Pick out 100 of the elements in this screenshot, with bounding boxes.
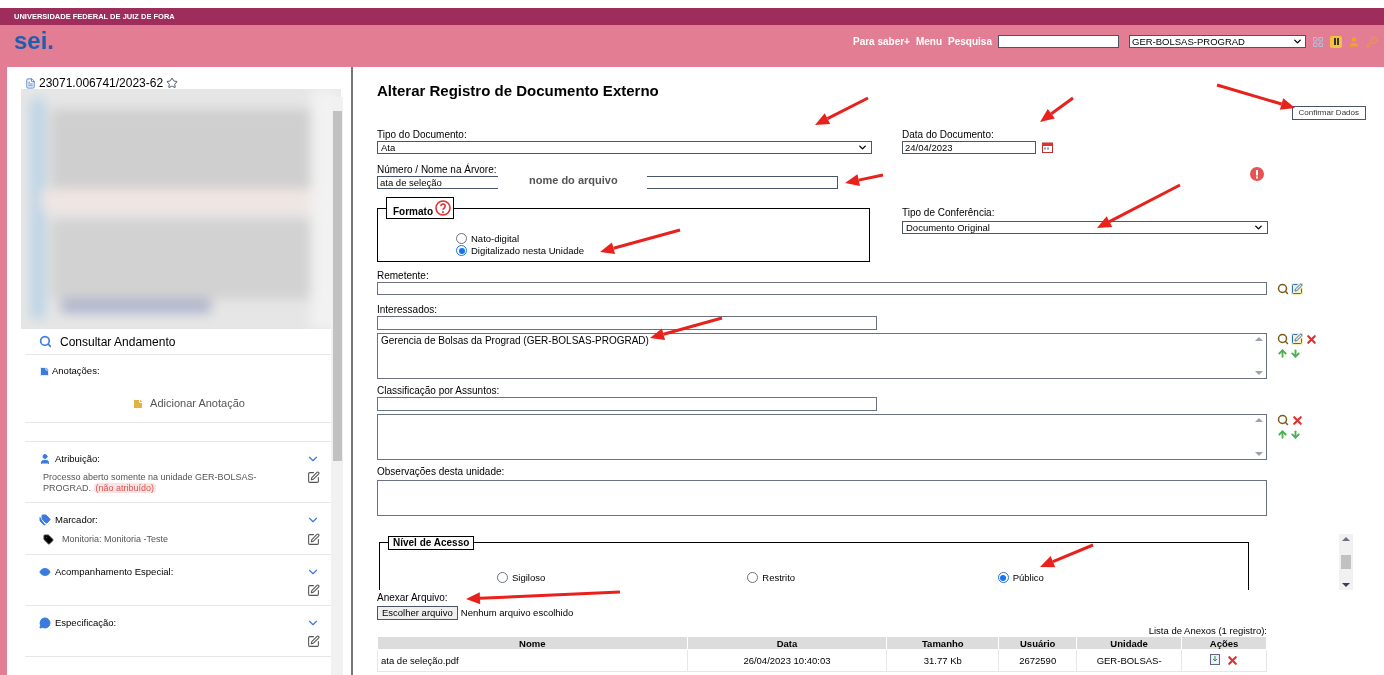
select-field[interactable]: Ata (377, 141, 872, 154)
search-icon[interactable] (1277, 333, 1289, 345)
column-header: Usuário (998, 636, 1077, 650)
field-label: Interessados: (377, 304, 438, 316)
tag-icon (43, 533, 54, 545)
column-header: Nome (377, 636, 688, 650)
annotation-arrow (815, 96, 869, 125)
scroll-up-icon[interactable] (1255, 337, 1263, 341)
date-field[interactable]: 24/04/2023 (902, 141, 1036, 154)
assignment-text: Processo aberto somente na unidade GER-BOLSAS-PROGRAD. (não atribuído) (43, 472, 258, 495)
dropdown-caret-icon (1253, 222, 1264, 233)
notes-field[interactable] (377, 480, 1267, 516)
note-icon (132, 397, 145, 410)
scroll-up-icon[interactable] (1342, 537, 1350, 541)
field-label: Tipo de Conferência: (902, 207, 995, 219)
confirm-button[interactable]: Confirmar Dados (1291, 106, 1366, 120)
search-icon[interactable] (1277, 414, 1289, 426)
input-field[interactable] (377, 282, 1267, 295)
note-icon (39, 365, 50, 377)
move-down-icon[interactable] (1290, 429, 1301, 440)
radio-label: Sigiloso (512, 572, 546, 583)
edit-icon[interactable] (307, 583, 320, 597)
table-cell: 2672590 (998, 649, 1077, 672)
scroll-up-icon[interactable] (1255, 418, 1263, 422)
section-title: Atribuição: (55, 452, 100, 466)
field-label: Data do Documento: (902, 129, 994, 141)
field-label: Tipo do Documento: (377, 129, 467, 141)
search-icon[interactable] (39, 335, 52, 348)
move-down-icon[interactable] (1290, 348, 1301, 359)
remove-icon[interactable] (1225, 654, 1239, 668)
chat-bubble-icon (39, 616, 51, 629)
column-header: Data (687, 636, 887, 650)
field-label: Remetente: (377, 270, 429, 282)
process-number[interactable]: 23071.006741/2023-62 (39, 77, 164, 89)
name-field[interactable]: ata de seleção (377, 176, 498, 189)
help-icon[interactable] (435, 200, 451, 216)
document-icon (25, 77, 36, 89)
file-status: Nenhum arquivo escolhido (460, 606, 574, 620)
list-item[interactable]: Gerencia de Bolsas da Prograd (GER-BOLSAS-PROGRAD) (381, 335, 1263, 347)
dropdown-caret-icon (857, 142, 868, 153)
radio-button[interactable] (456, 233, 467, 244)
annotation-arrow (1040, 543, 1094, 568)
input-field[interactable] (377, 397, 877, 411)
field-label: Classificação por Assuntos: (377, 385, 500, 397)
input-field[interactable] (377, 316, 877, 330)
radio-button[interactable] (747, 572, 759, 583)
move-up-icon[interactable] (1277, 429, 1288, 440)
edit-icon[interactable] (1291, 282, 1303, 295)
table-caption: Lista de Anexos (1 registro): (1148, 625, 1267, 637)
download-icon[interactable] (1209, 654, 1220, 666)
scrollbar-thumb[interactable] (332, 111, 342, 461)
move-up-icon[interactable] (1277, 348, 1288, 359)
dropdown-caret-icon (1292, 36, 1303, 47)
list-box[interactable]: Gerencia de Bolsas da Prograd (GER-BOLSAS-PROGRAD) (377, 333, 1267, 379)
column-header: Ações (1181, 636, 1267, 650)
unit-select[interactable]: GER-BOLSAS-PROGRAD (1129, 35, 1306, 48)
select-field[interactable]: Documento Original (902, 221, 1268, 234)
edit-icon[interactable] (307, 635, 320, 648)
consult-link[interactable]: Consultar Andamento (60, 332, 176, 351)
error-icon[interactable] (1249, 167, 1264, 181)
tag-text: Monitoria: Monitoria -Teste (62, 533, 169, 545)
radio-label: Digitalizado nesta Unidade (471, 245, 585, 256)
radio-button[interactable] (497, 572, 508, 583)
table-cell: 26/04/2023 10:40:03 (687, 649, 887, 672)
field-hint: nome do arquivo (529, 172, 618, 188)
table-cell: ata de seleção.pdf (377, 649, 688, 672)
calendar-icon[interactable] (1042, 142, 1053, 153)
field-label: Anexar Arquivo: (377, 592, 448, 604)
field-label: Número / Nome na Árvore: (377, 164, 497, 176)
scroll-down-icon[interactable] (1342, 583, 1350, 587)
edit-icon[interactable] (307, 532, 320, 546)
page-title: Alterar Registro de Documento Externo (377, 81, 659, 101)
column-header: Tamanho (886, 636, 999, 650)
table-cell: 31.77 Kb (886, 649, 999, 672)
annotation-arrow (1040, 96, 1074, 122)
section-title: Anotações: (52, 364, 100, 378)
section-title: Marcador: (55, 513, 98, 528)
remove-icon[interactable] (1291, 414, 1304, 427)
section-title: Especificação: (55, 615, 117, 630)
fieldset-legend: Nível de Acesso (388, 536, 475, 550)
edit-icon[interactable] (307, 471, 320, 485)
star-icon[interactable] (166, 77, 179, 89)
add-note-link[interactable]: Adicionar Anotação (150, 395, 245, 412)
search-icon[interactable] (1277, 282, 1289, 295)
input-field[interactable] (646, 176, 838, 189)
scrollbar-thumb[interactable] (1341, 555, 1351, 569)
person-icon (39, 453, 51, 466)
list-box[interactable] (377, 414, 1267, 460)
annotation-arrow (845, 173, 884, 186)
tags-icon (39, 514, 51, 527)
column-header: Unidade (1076, 636, 1182, 650)
radio-label: Restrito (762, 572, 796, 583)
search-field[interactable] (998, 35, 1119, 48)
radio-button[interactable] (997, 572, 1009, 583)
choose-file-button[interactable]: Escolher arquivo (377, 606, 458, 621)
edit-icon[interactable] (1291, 333, 1303, 345)
section-title: Acompanhamento Especial: (55, 564, 174, 579)
radio-button[interactable] (456, 245, 467, 256)
table-cell: GER-BOLSAS- (1076, 649, 1182, 672)
remove-icon[interactable] (1305, 333, 1318, 346)
